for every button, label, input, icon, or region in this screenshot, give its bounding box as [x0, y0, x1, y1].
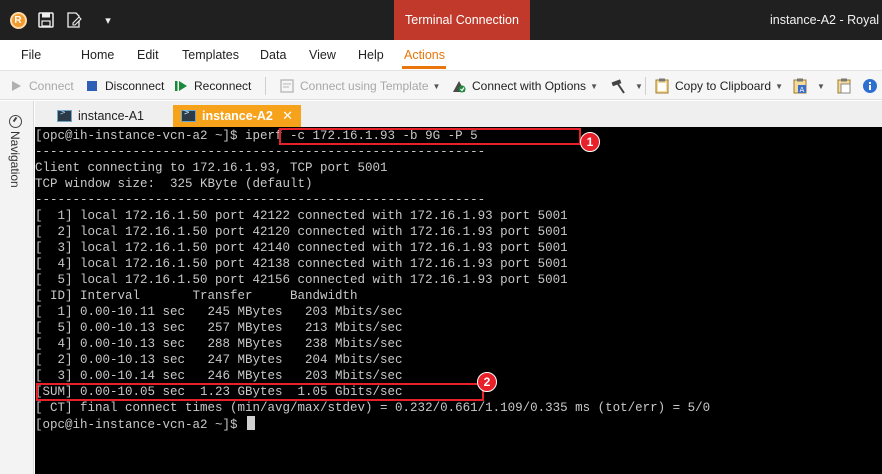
annotation-marker-1: 1	[580, 132, 600, 152]
tab-label: instance-A1	[78, 109, 145, 123]
title-bar: R ▾ Terminal Connection instance-A2 - Ro…	[0, 0, 882, 40]
terminal-line: [ 4] local 172.16.1.50 port 42138 connec…	[35, 257, 568, 271]
save-icon[interactable]	[36, 10, 56, 30]
toolbar-separator	[265, 77, 266, 95]
chevron-down-icon: ▼	[432, 81, 441, 91]
context-tab-terminal-connection[interactable]: Terminal Connection	[394, 0, 530, 40]
terminal-output[interactable]: [opc@ih-instance-vcn-a2 ~]$ iperf -c 172…	[35, 127, 882, 474]
copy-to-clipboard-label: Copy to Clipboard	[675, 79, 772, 93]
reconnect-icon	[173, 78, 189, 94]
terminal-line: [ CT] final connect times (min/avg/max/s…	[35, 401, 711, 415]
edit-document-icon[interactable]	[64, 10, 84, 30]
navigation-label: Navigation	[8, 131, 22, 188]
terminal-line: [ 2] local 172.16.1.50 port 42120 connec…	[35, 225, 568, 239]
sum-highlight-box	[36, 383, 484, 401]
active-menu-indicator	[402, 66, 446, 69]
navigation-panel[interactable]: Navigation	[0, 101, 34, 474]
terminal-line: ----------------------------------------…	[35, 145, 486, 159]
clipboard-paste-icon	[836, 78, 852, 94]
terminal-prompt: [opc@ih-instance-vcn-a2 ~]$	[35, 418, 246, 432]
compass-icon	[9, 115, 22, 128]
chevron-down-icon: ▼	[635, 81, 643, 91]
tab-instance-a1[interactable]: instance-A1	[49, 105, 169, 127]
chevron-down-icon: ▼	[590, 81, 598, 91]
tab-label: instance-A2	[202, 109, 273, 123]
tools-menu-button[interactable]: ▼	[610, 75, 643, 97]
command-highlight-box	[279, 128, 581, 145]
terminal-line: ----------------------------------------…	[35, 193, 486, 207]
terminal-prompt-line: [opc@ih-instance-vcn-a2 ~]$	[35, 416, 256, 432]
disconnect-label: Disconnect	[105, 79, 165, 93]
close-icon[interactable]: ✕	[282, 108, 293, 124]
menu-data[interactable]: Data	[260, 40, 286, 70]
connect-using-template-button[interactable]: Connect using Template ▼	[279, 75, 440, 97]
terminal-line: Client connecting to 172.16.1.93, TCP po…	[35, 161, 388, 175]
terminal-line: [ 1] 0.00-10.11 sec 245 MBytes 203 Mbits…	[35, 305, 403, 319]
hammer-icon	[610, 78, 626, 94]
terminal-line: [ 5] local 172.16.1.50 port 42156 connec…	[35, 273, 568, 287]
connect-with-options-button[interactable]: Connect with Options ▼	[451, 75, 598, 97]
terminal-line: [ 1] local 172.16.1.50 port 42122 connec…	[35, 209, 568, 223]
terminal-line: [ 3] 0.00-10.14 sec 246 MBytes 203 Mbits…	[35, 369, 403, 383]
copy-to-clipboard-button[interactable]: Copy to Clipboard ▼	[654, 75, 783, 97]
terminal-line: [ 4] 0.00-10.13 sec 288 MBytes 238 Mbits…	[35, 337, 403, 351]
chevron-down-icon: ▼	[817, 81, 825, 91]
connect-options-icon	[451, 78, 467, 94]
annotation-marker-2: 2	[477, 372, 497, 392]
document-tab-strip: instance-A1 instance-A2 ✕	[35, 101, 882, 127]
terminal-cursor	[247, 416, 256, 430]
reconnect-label: Reconnect	[194, 79, 252, 93]
connect-with-options-label: Connect with Options	[472, 79, 587, 93]
app-logo-icon[interactable]: R	[8, 10, 28, 30]
info-button[interactable]	[862, 75, 882, 97]
customize-quick-access-icon[interactable]: ▾	[98, 10, 118, 30]
paste-button[interactable]	[836, 75, 857, 97]
terminal-icon	[181, 108, 196, 122]
info-icon	[862, 78, 878, 94]
terminal-icon	[57, 108, 72, 122]
connect-using-template-label: Connect using Template	[300, 79, 429, 93]
chevron-down-icon: ▼	[775, 81, 783, 91]
reconnect-button[interactable]: Reconnect	[173, 75, 251, 97]
menu-file[interactable]: File	[21, 40, 41, 70]
window-title: instance-A2 - Royal T	[770, 13, 882, 27]
menu-templates[interactable]: Templates	[182, 40, 239, 70]
clipboard-text-icon: A	[792, 78, 808, 94]
menu-view[interactable]: View	[309, 40, 336, 70]
toolbar-separator	[645, 77, 646, 95]
terminal-line: [ 5] 0.00-10.13 sec 257 MBytes 213 Mbits…	[35, 321, 403, 335]
stop-icon	[84, 78, 100, 94]
template-icon	[279, 78, 295, 94]
terminal-line: [ 2] 0.00-10.13 sec 247 MBytes 204 Mbits…	[35, 353, 403, 367]
play-icon	[8, 78, 24, 94]
disconnect-button[interactable]: Disconnect	[84, 75, 164, 97]
menu-home[interactable]: Home	[81, 40, 114, 70]
terminal-line: TCP window size: 325 KByte (default)	[35, 177, 313, 191]
ribbon-toolbar: Connect Disconnect Reconnect Connect usi…	[0, 70, 882, 100]
connect-button[interactable]: Connect	[8, 75, 74, 97]
paste-special-button[interactable]: A ▼	[792, 75, 825, 97]
terminal-line: [ 3] local 172.16.1.50 port 42140 connec…	[35, 241, 568, 255]
connect-label: Connect	[29, 79, 74, 93]
menu-help[interactable]: Help	[358, 40, 384, 70]
tab-instance-a2[interactable]: instance-A2 ✕	[173, 105, 301, 127]
svg-text:A: A	[800, 86, 805, 94]
menu-edit[interactable]: Edit	[137, 40, 159, 70]
terminal-line: [ ID] Interval Transfer Bandwidth	[35, 289, 358, 303]
clipboard-icon	[654, 78, 670, 94]
